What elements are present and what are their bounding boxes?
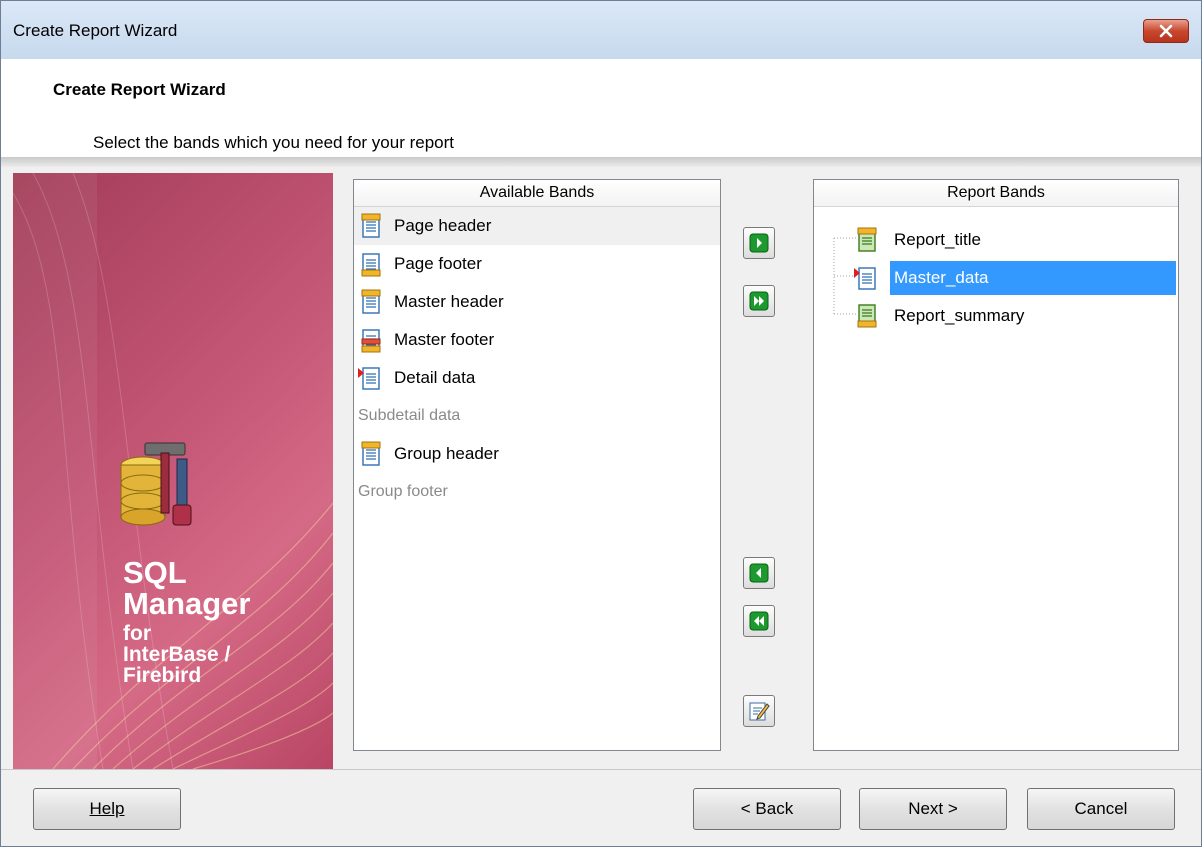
product-name: SQL Manager for InterBase / Firebird xyxy=(123,557,250,686)
available-band-item[interactable]: Group header xyxy=(354,435,720,473)
sql-manager-logo-icon xyxy=(120,442,192,526)
report-band-item[interactable]: Report_title xyxy=(854,222,985,258)
available-band-label: Group footer xyxy=(358,483,448,500)
band-header-icon xyxy=(361,213,381,238)
product-banner: SQL Manager for InterBase / Firebird xyxy=(13,173,333,769)
product-name-line5: Firebird xyxy=(123,664,202,687)
product-name-line1: SQL xyxy=(123,555,187,590)
edit-band-button[interactable] xyxy=(743,695,775,727)
add-all-bands-button[interactable] xyxy=(743,285,775,317)
help-button-label: Help xyxy=(89,799,125,818)
wizard-window: Create Report Wizard Create Report Wizar… xyxy=(0,0,1202,847)
available-band-item[interactable]: Detail data xyxy=(354,359,720,397)
wizard-heading: Create Report Wizard xyxy=(53,80,226,99)
arrow-left-icon xyxy=(749,563,769,583)
product-name-line4: InterBase / xyxy=(123,643,231,666)
double-arrow-right-icon xyxy=(749,291,769,311)
cancel-button-label: Cancel xyxy=(1074,799,1128,818)
report-band-item[interactable]: Report_summary xyxy=(854,298,1028,334)
double-arrow-left-icon xyxy=(749,611,769,631)
available-band-label: Page footer xyxy=(394,254,482,273)
help-button[interactable]: Help xyxy=(33,788,181,830)
band-data-icon xyxy=(854,267,876,290)
band-data-icon xyxy=(358,367,380,390)
product-name-line2: Manager xyxy=(123,586,251,621)
available-band-label: Detail data xyxy=(394,368,476,387)
available-bands-header: Available Bands xyxy=(354,180,720,207)
available-band-label: Group header xyxy=(394,444,499,463)
header-separator xyxy=(1,157,1201,167)
close-icon xyxy=(1159,24,1173,38)
next-button-label: Next > xyxy=(908,799,958,818)
report-band-label: Report_summary xyxy=(894,306,1025,325)
available-band-item[interactable]: Master header xyxy=(354,283,720,321)
close-button[interactable] xyxy=(1143,19,1189,43)
remove-band-button[interactable] xyxy=(743,557,775,589)
report-bands-header: Report Bands xyxy=(814,180,1178,207)
back-button[interactable]: < Back xyxy=(693,788,841,830)
band-header-icon xyxy=(361,289,381,314)
report-band-label: Report_title xyxy=(894,230,981,249)
available-band-label: Master footer xyxy=(394,330,495,349)
back-button-label: < Back xyxy=(740,799,794,818)
edit-pencil-icon xyxy=(749,702,770,721)
next-button[interactable]: Next > xyxy=(859,788,1007,830)
cancel-button[interactable]: Cancel xyxy=(1027,788,1175,830)
band-footer-red-icon xyxy=(361,329,381,353)
available-band-label: Master header xyxy=(394,292,504,311)
window-title: Create Report Wizard xyxy=(13,21,178,40)
available-band-item[interactable]: Page header xyxy=(354,207,720,245)
report-band-label: Master_data xyxy=(890,261,1176,295)
wizard-header: Create Report Wizard Select the bands wh… xyxy=(1,59,1201,157)
add-band-button[interactable] xyxy=(743,227,775,259)
band-header-icon xyxy=(361,441,381,466)
report-band-item[interactable]: Master_data xyxy=(854,260,1176,296)
title-bar: Create Report Wizard xyxy=(1,1,1201,59)
available-band-label: Page header xyxy=(394,216,492,235)
available-band-item[interactable]: Page footer xyxy=(354,245,720,283)
available-band-item: Subdetail data xyxy=(354,397,720,435)
footer-separator xyxy=(1,769,1201,770)
band-summary-icon xyxy=(857,304,877,328)
product-name-line3: for xyxy=(123,622,151,645)
band-footer-icon xyxy=(361,253,381,277)
available-band-label: Subdetail data xyxy=(358,407,461,424)
available-band-item[interactable]: Master footer xyxy=(354,321,720,359)
arrow-right-icon xyxy=(749,233,769,253)
band-title-icon xyxy=(857,227,877,252)
available-bands-list[interactable]: Available Bands Page header Page footer Ma… xyxy=(353,179,721,751)
remove-all-bands-button[interactable] xyxy=(743,605,775,637)
wizard-instruction: Select the bands which you need for your… xyxy=(93,133,454,152)
report-bands-tree[interactable]: Report Bands Report_title Master_data Repo… xyxy=(813,179,1179,751)
available-band-item: Group footer xyxy=(354,473,720,511)
